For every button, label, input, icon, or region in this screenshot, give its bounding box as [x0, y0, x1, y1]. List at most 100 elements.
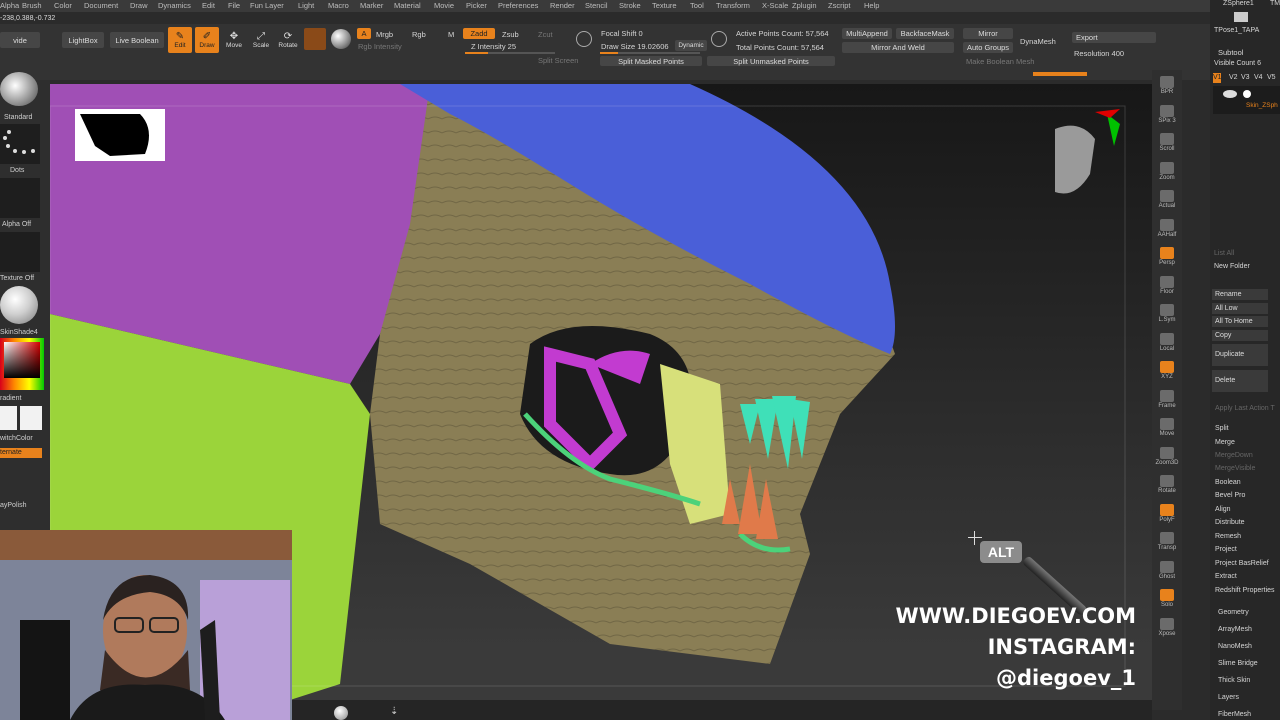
mrgb-button[interactable]: Mrgb — [376, 30, 393, 39]
make-boolean-mesh-button[interactable]: Make Boolean Mesh — [966, 57, 1034, 66]
color-picker[interactable] — [0, 338, 44, 390]
bottom-sphere-icon[interactable] — [334, 706, 348, 720]
menu-item-zscript[interactable]: Zscript — [828, 1, 851, 10]
dynamesh-button[interactable]: DynaMesh — [1020, 37, 1056, 46]
v3-button[interactable]: V3 — [1241, 74, 1250, 81]
menu-item-macro[interactable]: Macro — [328, 1, 349, 10]
slime-bridge-section[interactable]: Slime Bridge — [1218, 660, 1258, 667]
geometry-section[interactable]: Geometry — [1218, 609, 1249, 616]
move-button[interactable]: ✥ Move — [222, 27, 246, 53]
split-section[interactable]: Split — [1215, 425, 1229, 432]
bottom-arrow-icon[interactable]: ⇣ — [390, 706, 404, 717]
backfacemask-button[interactable]: BackfaceMask — [896, 28, 954, 39]
shelf-persp-button[interactable]: Persp — [1155, 247, 1179, 269]
layers-section[interactable]: Layers — [1218, 694, 1239, 701]
menu-item-preferences[interactable]: Preferences — [498, 1, 538, 10]
split-unmasked-points-button[interactable]: Split Unmasked Points — [707, 56, 835, 66]
shelf-bpr-button[interactable]: BPR — [1155, 76, 1179, 98]
orientation-head-gizmo[interactable] — [1055, 109, 1120, 194]
project-section[interactable]: Project — [1215, 546, 1237, 553]
rgb-button[interactable]: Rgb — [412, 30, 426, 39]
divide-button[interactable]: vide — [0, 32, 40, 48]
menu-item-movie[interactable]: Movie — [434, 1, 454, 10]
menu-item-transform[interactable]: Transform — [716, 1, 750, 10]
merge-section[interactable]: Merge — [1215, 439, 1235, 446]
delete-button[interactable]: Delete — [1212, 370, 1268, 392]
texture-icon[interactable] — [0, 232, 40, 272]
menu-item-x-scale[interactable]: X-Scale — [762, 1, 788, 10]
remesh-section[interactable]: Remesh — [1215, 533, 1241, 540]
menu-item-file[interactable]: File — [228, 1, 240, 10]
alpha-icon[interactable] — [0, 178, 40, 218]
shelf-floor-button[interactable]: Floor — [1155, 275, 1179, 298]
dynamic-toggle[interactable]: Dynamic — [675, 40, 707, 51]
bevel-pro-section[interactable]: Bevel Pro — [1215, 492, 1245, 499]
spraypolish-label[interactable]: ayPolish — [0, 502, 26, 509]
tm-tool[interactable]: TM — [1270, 0, 1280, 7]
menu-item-alpha[interactable]: Alpha — [0, 1, 19, 10]
shelf-spix-3-button[interactable]: SPix 3 — [1155, 104, 1179, 127]
shelf-rotate-button[interactable]: Rotate — [1155, 475, 1179, 497]
menu-item-marker[interactable]: Marker — [360, 1, 383, 10]
edit-button[interactable]: ✎ Edit — [168, 27, 192, 53]
menu-item-color[interactable]: Color — [54, 1, 72, 10]
menu-item-texture[interactable]: Texture — [652, 1, 677, 10]
secondary-color-swatch[interactable] — [20, 406, 42, 430]
shelf-local-button[interactable]: Local — [1155, 332, 1179, 355]
all-low-button[interactable]: All Low — [1212, 303, 1268, 314]
zsphere-tool[interactable]: ZSphere1 — [1223, 0, 1254, 7]
menu-item-brush[interactable]: Brush — [22, 1, 42, 10]
menu-item-stencil[interactable]: Stencil — [585, 1, 608, 10]
arraymesh-section[interactable]: ArrayMesh — [1218, 626, 1252, 633]
menu-item-help[interactable]: Help — [864, 1, 879, 10]
redshift-properties-section[interactable]: Redshift Properties — [1215, 587, 1275, 594]
shelf-actual-button[interactable]: Actual — [1155, 190, 1179, 212]
material-sphere-icon[interactable] — [0, 286, 38, 324]
shelf-l-sym-button[interactable]: L.Sym — [1155, 304, 1179, 326]
v5-button[interactable]: V5 — [1267, 74, 1276, 81]
focal-shift-slider[interactable]: Focal Shift 0 — [601, 29, 643, 38]
apply-last-action-button[interactable]: Apply Last Action T — [1215, 405, 1275, 412]
menu-item-tool[interactable]: Tool — [690, 1, 704, 10]
v1-button[interactable]: V1 — [1213, 73, 1222, 83]
z-intensity-track[interactable] — [465, 52, 555, 54]
shelf-transp-button[interactable]: Transp — [1155, 532, 1179, 554]
menu-item-document[interactable]: Document — [84, 1, 118, 10]
all-to-home-button[interactable]: All To Home — [1212, 316, 1268, 327]
shelf-scroll-button[interactable]: Scroll — [1155, 133, 1179, 155]
menu-item-dynamics[interactable]: Dynamics — [158, 1, 191, 10]
menu-item-zplugin[interactable]: Zplugin — [792, 1, 817, 10]
menu-item-light[interactable]: Light — [298, 1, 314, 10]
shelf-ghost-button[interactable]: Ghost — [1155, 560, 1179, 583]
duplicate-button[interactable]: Duplicate — [1212, 344, 1268, 366]
lightbox-button[interactable]: LightBox — [62, 32, 104, 48]
menu-item-picker[interactable]: Picker — [466, 1, 487, 10]
multiappend-button[interactable]: MultiAppend — [842, 28, 892, 39]
mirror-button[interactable]: Mirror — [963, 28, 1013, 39]
v4-button[interactable]: V4 — [1254, 74, 1263, 81]
boolean-section[interactable]: Boolean — [1215, 479, 1241, 486]
switchcolor-label[interactable]: witchColor — [0, 435, 33, 442]
shelf-solo-button[interactable]: Solo — [1155, 589, 1179, 611]
distribute-section[interactable]: Distribute — [1215, 519, 1245, 526]
v2-button[interactable]: V2 — [1229, 74, 1238, 81]
align-section[interactable]: Align — [1215, 506, 1231, 513]
tool-thumbnail-icon[interactable] — [1234, 12, 1248, 22]
rgb-intensity-slider[interactable]: Rgb Intensity — [358, 42, 402, 51]
menu-item-render[interactable]: Render — [550, 1, 575, 10]
material-swatch-icon[interactable] — [304, 28, 326, 50]
list-all-button[interactable]: List All — [1214, 250, 1234, 257]
mergedown-button[interactable]: MergeDown — [1215, 452, 1253, 459]
subtool-header[interactable]: Subtool — [1218, 48, 1243, 57]
main-color-swatch[interactable] — [0, 406, 17, 430]
standard-brush-icon[interactable] — [0, 72, 38, 106]
thick-skin-section[interactable]: Thick Skin — [1218, 677, 1250, 684]
zadd-button[interactable]: Zadd — [463, 28, 495, 39]
nanomesh-section[interactable]: NanoMesh — [1218, 643, 1252, 650]
dots-stroke-icon[interactable] — [0, 124, 40, 164]
resolution-slider[interactable]: Resolution 400 — [1074, 49, 1124, 58]
z-intensity-slider[interactable]: Z Intensity 25 — [471, 42, 516, 51]
shelf-move-button[interactable]: Move — [1155, 418, 1179, 440]
draw-size-slider[interactable]: Draw Size 19.02606 — [601, 42, 669, 51]
rotate-button[interactable]: ⟳ Rotate — [276, 27, 300, 53]
